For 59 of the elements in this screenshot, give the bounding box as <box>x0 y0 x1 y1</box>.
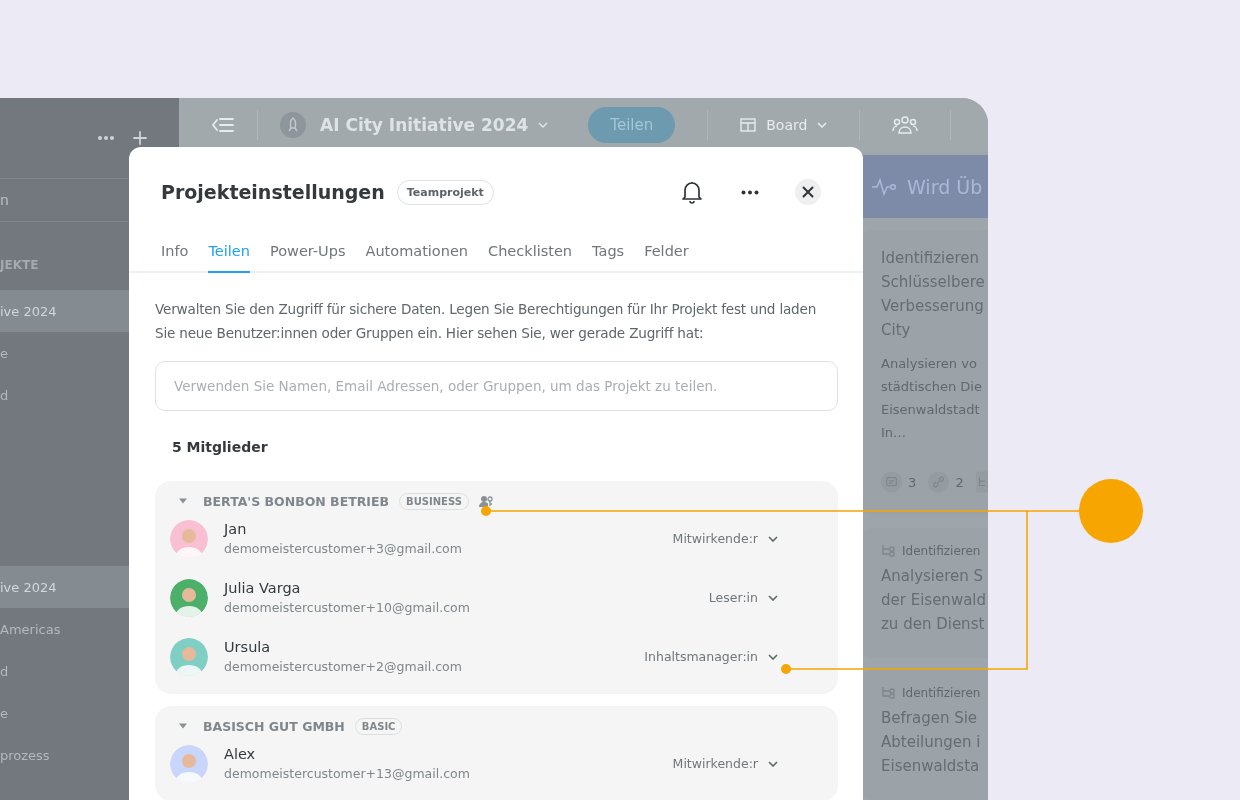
chevron-down-icon <box>768 760 778 767</box>
card-description: In… <box>881 424 908 442</box>
bell-icon[interactable] <box>681 180 703 204</box>
role-dropdown[interactable]: Mitwirkende:r <box>672 756 778 771</box>
tab[interactable]: Tags <box>592 237 625 273</box>
expand-icon[interactable] <box>179 497 187 505</box>
role-dropdown[interactable]: Mitwirkende:r <box>672 531 778 546</box>
subtask-icon <box>881 686 896 700</box>
tab[interactable]: Power-Ups <box>269 237 346 273</box>
member-name: Alex <box>224 746 257 762</box>
chevron-down-icon <box>768 535 778 542</box>
link-icon <box>928 470 950 494</box>
parent-task: Identifizieren <box>902 544 981 558</box>
count: 2 <box>955 474 964 490</box>
member-name: Ursula <box>224 639 272 655</box>
subtask-icon <box>881 544 896 558</box>
expand-icon[interactable] <box>179 722 187 730</box>
add-icon[interactable] <box>133 131 147 145</box>
member-name: Julia Varga <box>224 580 302 596</box>
tab[interactable]: Felder <box>644 237 689 273</box>
team-name: BERTA'S BONBON BETRIEB <box>203 493 390 509</box>
team-name: BASISCH GUT GMBH <box>203 718 345 734</box>
collapse-sidebar-icon[interactable] <box>211 117 235 133</box>
role-dropdown[interactable]: Inhaltsmanager:in <box>644 649 778 664</box>
chevron-down-icon <box>768 594 778 601</box>
view-selector[interactable]: Board <box>766 117 808 133</box>
role-dropdown[interactable]: Leser:in <box>708 590 778 605</box>
tab[interactable]: Info <box>161 237 189 273</box>
share-search-field[interactable]: Verwenden Sie Namen, Email Adressen, oder Gruppen, um das Projekt zu teilen. <box>155 361 838 411</box>
comment-icon <box>881 470 903 494</box>
member-email: demomeistercustomer+3@gmail.com <box>224 541 462 556</box>
project-title[interactable]: AI City Initiative 2024 <box>320 115 529 135</box>
card-description: Analysieren vo <box>881 355 978 373</box>
member-email: demomeistercustomer+13@gmail.com <box>224 766 470 781</box>
member-name: Jan <box>224 521 248 537</box>
member-email: demomeistercustomer+2@gmail.com <box>224 659 462 674</box>
parent-task: Identifizieren <box>902 686 981 700</box>
dialog-title: Projekteinstellungen <box>161 181 385 203</box>
tab[interactable]: Automationen <box>365 237 469 273</box>
callout-marker <box>1079 479 1143 543</box>
count: 3 <box>908 474 917 490</box>
chevron-down-icon <box>768 653 778 660</box>
close-icon <box>802 186 814 198</box>
people-icon[interactable] <box>892 115 919 135</box>
caret-icon[interactable] <box>817 122 828 128</box>
board-icon <box>740 117 757 133</box>
rocket-icon <box>280 112 306 138</box>
tab[interactable]: Checklisten <box>488 237 573 273</box>
subtask-icon <box>975 470 988 494</box>
more-icon[interactable] <box>741 189 759 195</box>
pulse-icon <box>871 177 897 196</box>
member-email: demomeistercustomer+10@gmail.com <box>224 600 470 615</box>
member-count: 5 Mitglieder <box>172 439 269 455</box>
caret-icon[interactable] <box>538 122 549 128</box>
search-field[interactable]: n <box>0 192 9 208</box>
card-description: städtischen Die <box>881 378 983 396</box>
card-description: Eisenwaldstadt <box>881 401 981 419</box>
close-button[interactable] <box>795 179 821 205</box>
tab[interactable]: Teilen <box>208 237 250 273</box>
